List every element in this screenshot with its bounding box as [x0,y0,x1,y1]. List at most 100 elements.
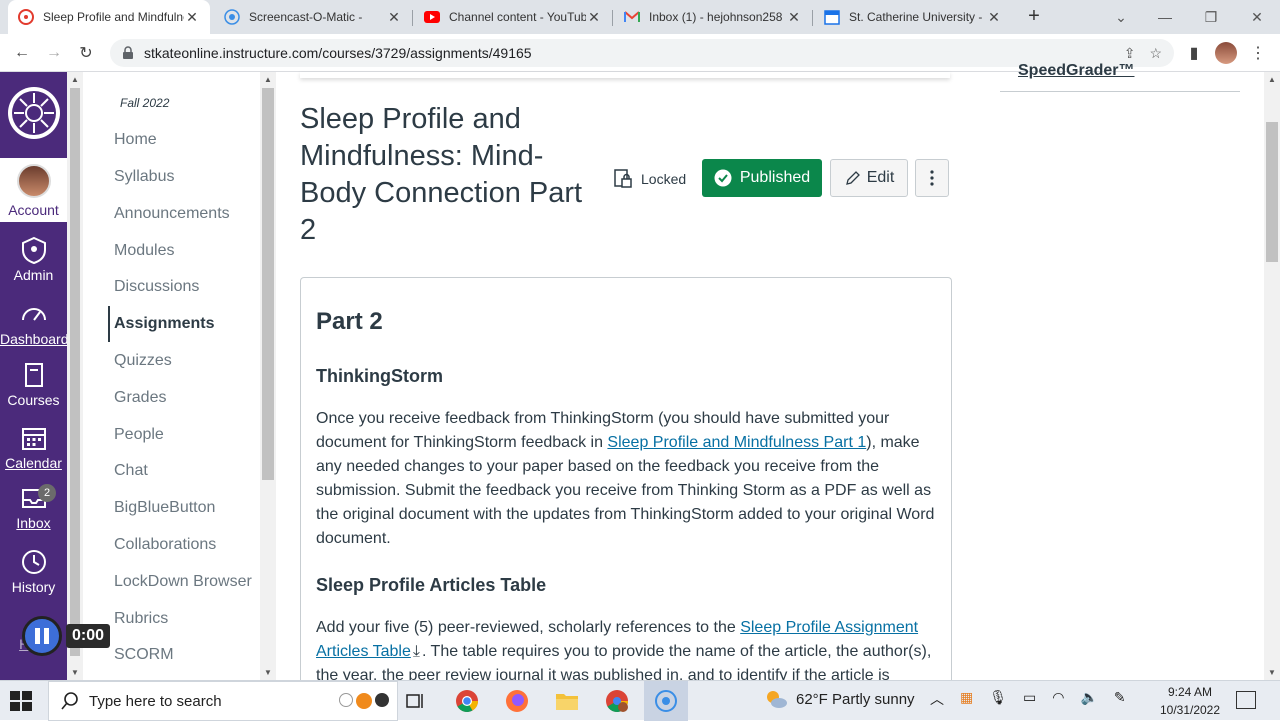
course-nav-modules[interactable]: Modules [114,242,174,260]
file-explorer-icon[interactable] [555,689,579,713]
pause-icon [35,628,40,644]
course-nav-home[interactable]: Home [114,131,157,149]
course-nav-people[interactable]: People [114,426,164,444]
pause-icon [44,628,49,644]
tab-sleep-profile[interactable]: Sleep Profile and Mindfulness ✕ [8,0,210,34]
global-nav-admin[interactable]: Admin [0,236,67,283]
edit-button[interactable]: Edit [830,159,908,197]
tab-stcatherine[interactable]: St. Catherine University - ✕ [814,0,1012,34]
reload-icon[interactable]: ↻ [74,41,98,65]
task-view-icon[interactable] [404,689,428,713]
clock-icon [21,550,46,574]
taskbar-search-box[interactable]: Type here to search [48,681,398,721]
global-nav-label: Inbox [16,515,51,531]
course-nav-assignments[interactable]: Assignments [108,306,214,342]
course-nav-syllabus[interactable]: Syllabus [114,168,174,186]
course-nav-announcements[interactable]: Announcements [114,205,230,223]
pause-recording-button[interactable] [22,616,62,656]
course-nav-lockdown-browser[interactable]: LockDown Browser [114,573,252,591]
close-tab-icon[interactable]: ✕ [586,9,602,26]
global-nav-account[interactable]: Account [0,158,67,222]
tab-youtube[interactable]: Channel content - YouTube ✕ [414,0,612,34]
close-tab-icon[interactable]: ✕ [184,9,200,26]
course-nav-chat[interactable]: Chat [114,462,148,480]
back-arrow-icon[interactable]: ← [10,41,34,65]
share-icon[interactable]: ⇪ [1124,45,1136,62]
forward-arrow-icon[interactable]: → [42,41,66,65]
course-nav-scrollbar[interactable]: ▲ ▼ [260,72,276,680]
scrollbar-thumb[interactable] [70,88,80,656]
global-nav-label: History [11,579,56,595]
scroll-down-arrow-icon[interactable]: ▼ [260,668,276,677]
new-tab-button[interactable]: + [1022,4,1046,28]
screen-recorder-widget[interactable]: 0:00 [22,616,116,656]
screencast-recorder-taskbar-icon[interactable] [644,681,688,721]
course-nav-collaborations[interactable]: Collaborations [114,536,216,554]
course-nav-discussions[interactable]: Discussions [114,278,199,296]
course-nav-quizzes[interactable]: Quizzes [114,352,172,370]
global-nav-calendar[interactable]: Calendar [0,424,67,471]
restore-icon[interactable]: ❐ [1188,0,1234,34]
chrome-icon[interactable] [455,689,479,713]
page-title: Sleep Profile and Mindfulness: Mind-Body… [300,103,583,246]
close-tab-icon[interactable]: ✕ [786,9,802,26]
browser-menu-icon[interactable]: ⋮ [1246,41,1270,65]
tab-title: St. Catherine University - [849,10,983,24]
tab-search-icon[interactable]: ⌄ [1098,0,1144,34]
scroll-up-arrow-icon[interactable]: ▲ [260,75,276,84]
taskbar-clock[interactable]: 9:24 AM 10/31/2022 [1150,683,1230,719]
book-icon [24,363,43,387]
course-nav-bigbluebutton[interactable]: BigBlueButton [114,499,215,517]
scroll-up-arrow-icon[interactable]: ▲ [1264,75,1280,84]
published-button[interactable]: Published [702,159,822,197]
omnibox[interactable]: stkateonline.instructure.com/courses/372… [110,39,1174,67]
pen-icon[interactable]: ✎ [1114,689,1126,709]
microphone-icon[interactable]: 🎙 [989,689,1007,709]
close-window-icon[interactable]: ✕ [1234,0,1280,34]
app-tray-icon[interactable]: ▦ [960,689,973,709]
close-tab-icon[interactable]: ✕ [386,9,402,26]
scroll-down-arrow-icon[interactable]: ▼ [67,668,83,677]
wifi-icon[interactable]: ◠ [1052,689,1064,709]
shield-icon [21,236,46,264]
tab-screencast[interactable]: Screencast-O-Matic - ✕ [214,0,412,34]
side-panel-icon[interactable]: ▮ [1182,41,1206,65]
locked-status[interactable]: Locked [613,168,686,190]
part1-link[interactable]: Sleep Profile and Mindfulness Part 1 [607,434,866,451]
scroll-up-arrow-icon[interactable]: ▲ [67,75,83,84]
close-tab-icon[interactable]: ✕ [986,9,1002,26]
global-nav-scrollbar[interactable]: ▲ ▼ [67,72,83,680]
volume-icon[interactable]: 🔈 [1080,689,1097,709]
scrollbar-thumb[interactable] [1266,122,1278,262]
speedgrader-link[interactable]: SpeedGrader™ [1018,62,1134,80]
profile-avatar[interactable] [1214,41,1238,65]
notification-icon[interactable] [1236,691,1256,709]
scrollbar-thumb[interactable] [262,88,274,480]
show-hidden-icons-chevron-icon[interactable]: ︿ [930,689,944,709]
clock-date: 10/31/2022 [1159,703,1221,717]
course-nav-scorm[interactable]: SCORM [114,646,174,664]
course-nav-grades[interactable]: Grades [114,389,166,407]
university-logo[interactable] [8,87,60,139]
url-text[interactable]: stkateonline.instructure.com/courses/372… [144,45,532,61]
canvas-favicon-icon [18,9,34,25]
global-nav-courses[interactable]: Courses [0,361,67,408]
more-options-button[interactable] [915,159,949,197]
tab-gmail[interactable]: Inbox (1) - hejohnson258 ✕ [614,0,812,34]
bookmark-star-icon[interactable]: ☆ [1149,45,1162,62]
lock-icon[interactable] [120,45,136,61]
global-nav-dashboard[interactable]: Dashboard [0,300,69,347]
calendar-icon [21,428,46,450]
weather-widget[interactable]: 62°F Partly sunny [764,689,915,709]
minimize-icon[interactable]: — [1142,0,1188,34]
page-scrollbar[interactable]: ▲ ▼ [1264,72,1280,680]
download-icon[interactable]: ⤓ [413,640,420,664]
course-nav-rubrics[interactable]: Rubrics [114,610,168,628]
windows-start-icon[interactable] [10,691,32,711]
firefox-icon[interactable] [505,689,529,713]
battery-icon[interactable]: ▭ [1023,689,1036,709]
global-nav-inbox[interactable]: 2 Inbox [0,484,67,531]
chrome-profile-icon[interactable] [605,689,629,713]
scroll-down-arrow-icon[interactable]: ▼ [1264,668,1280,677]
global-nav-history[interactable]: History [0,548,67,595]
